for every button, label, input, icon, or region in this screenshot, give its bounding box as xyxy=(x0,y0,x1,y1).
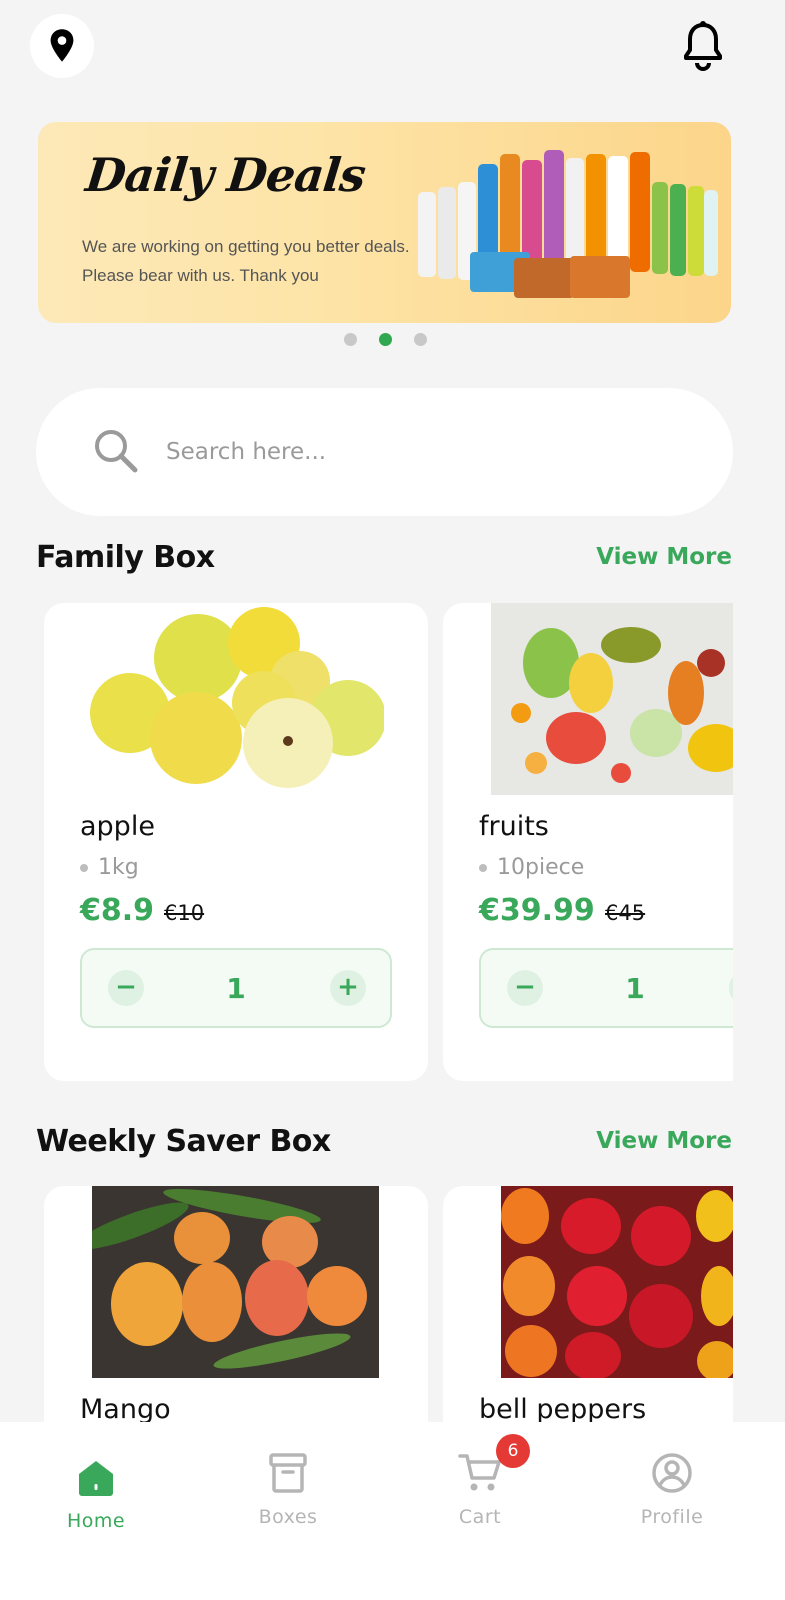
cart-badge: 6 xyxy=(496,1434,530,1468)
bottom-navigation: Home Boxes Cart Profile xyxy=(0,1422,785,1600)
nav-home-label: Home xyxy=(66,1510,126,1532)
section-title-family-box: Family Box xyxy=(36,540,215,575)
quantity-value: 1 xyxy=(625,972,645,1005)
view-more-family-box[interactable]: View More xyxy=(596,544,732,570)
banner-line-1: We are working on getting you better dea… xyxy=(82,237,410,256)
box-icon xyxy=(269,1453,307,1493)
product-card-bell-peppers[interactable]: bell peppers xyxy=(443,1186,733,1422)
family-box-row[interactable]: apple 1kg €8.9 €10 − 1 + fruits 10piece … xyxy=(44,603,733,1083)
cleaning-products-image xyxy=(418,150,718,298)
location-button[interactable] xyxy=(30,14,94,78)
nav-profile[interactable]: Profile xyxy=(592,1452,752,1528)
search-bar[interactable] xyxy=(36,388,733,516)
product-name: apple xyxy=(80,811,155,842)
carousel-dot[interactable] xyxy=(413,333,427,346)
section-title-weekly-saver-box: Weekly Saver Box xyxy=(36,1124,331,1159)
product-card-apple[interactable]: apple 1kg €8.9 €10 − 1 + xyxy=(44,603,428,1081)
product-price: €8.9 xyxy=(80,893,155,928)
nav-cart-label: Cart xyxy=(458,1506,502,1528)
product-quantity-text: 10piece xyxy=(497,855,585,880)
home-icon xyxy=(79,1461,113,1496)
product-old-price: €45 xyxy=(605,901,646,925)
view-more-weekly-saver-box[interactable]: View More xyxy=(596,1128,732,1154)
bullet-icon xyxy=(80,864,88,872)
quantity-stepper[interactable]: − 1 + xyxy=(479,948,733,1028)
nav-cart[interactable]: Cart xyxy=(400,1452,560,1528)
banner-title: Daily Deals xyxy=(83,148,368,202)
carousel-dots[interactable] xyxy=(0,333,770,346)
bell-peppers-image xyxy=(501,1186,733,1378)
nav-boxes[interactable]: Boxes xyxy=(208,1452,368,1528)
product-name: Mango xyxy=(80,1394,171,1422)
product-card-fruits[interactable]: fruits 10piece €39.99 €45 − 1 + xyxy=(443,603,733,1081)
carousel-dot[interactable] xyxy=(343,333,357,346)
cart-icon xyxy=(458,1454,501,1491)
promo-banner[interactable]: Daily Deals We are working on getting yo… xyxy=(38,122,731,323)
bullet-icon xyxy=(479,864,487,872)
increment-button[interactable]: + xyxy=(330,970,366,1006)
product-price: €39.99 xyxy=(479,893,595,928)
product-quantity: 1kg xyxy=(80,855,139,880)
product-quantity-text: 1kg xyxy=(98,855,139,880)
bell-icon xyxy=(684,21,722,71)
weekly-saver-box-row[interactable]: Mango bell peppers xyxy=(44,1186,733,1422)
search-input[interactable] xyxy=(166,428,686,476)
nav-profile-label: Profile xyxy=(640,1506,704,1528)
notifications-button[interactable] xyxy=(678,18,728,74)
nav-boxes-label: Boxes xyxy=(258,1506,318,1528)
search-icon xyxy=(95,430,138,473)
carousel-dot-active[interactable] xyxy=(378,333,392,346)
location-pin-icon xyxy=(50,29,74,62)
product-quantity: 10piece xyxy=(479,855,584,880)
product-name: bell peppers xyxy=(479,1394,647,1422)
product-old-price: €10 xyxy=(164,901,205,925)
mango-image xyxy=(92,1186,379,1378)
product-name: fruits xyxy=(479,811,549,842)
apple-image xyxy=(88,603,384,795)
banner-text: We are working on getting you better dea… xyxy=(82,232,412,290)
product-card-mango[interactable]: Mango xyxy=(44,1186,428,1422)
profile-icon xyxy=(652,1453,692,1493)
quantity-stepper[interactable]: − 1 + xyxy=(80,948,392,1028)
banner-line-2: Please bear with us. Thank you xyxy=(82,266,319,285)
nav-home[interactable]: Home xyxy=(16,1458,176,1532)
fruits-image xyxy=(491,603,733,795)
